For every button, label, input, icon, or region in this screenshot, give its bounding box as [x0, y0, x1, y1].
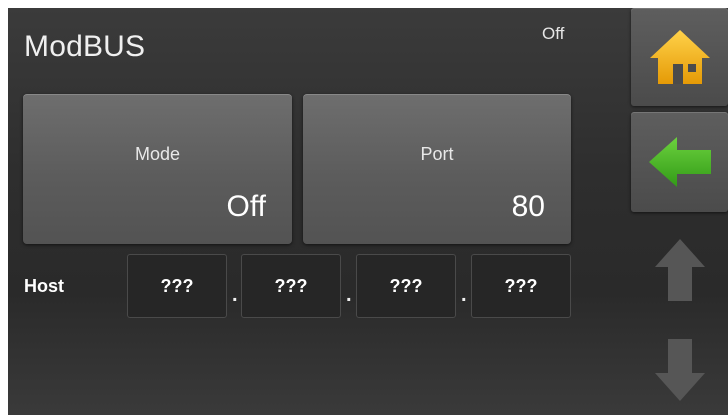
mode-value: Off — [226, 190, 266, 223]
scroll-down-button[interactable] — [631, 320, 728, 415]
host-label: Host — [24, 276, 64, 296]
host-separator: . — [461, 284, 467, 306]
host-octet-2-field[interactable]: ??? — [241, 254, 341, 318]
arrow-down-icon — [654, 339, 705, 401]
back-button[interactable] — [631, 112, 728, 212]
home-button[interactable] — [631, 8, 728, 106]
status-text: Off — [542, 24, 565, 43]
page-title: ModBUS — [24, 30, 146, 63]
home-icon — [649, 30, 710, 84]
port-label: Port — [420, 144, 454, 164]
host-separator: . — [346, 284, 352, 306]
scroll-up-button[interactable] — [631, 220, 728, 320]
arrow-up-icon — [654, 239, 705, 301]
host-octet-1-field[interactable]: ??? — [127, 254, 227, 318]
mode-button[interactable]: Mode Off — [23, 94, 292, 244]
host-separator: . — [232, 284, 238, 306]
port-button[interactable]: Port 80 — [303, 94, 571, 244]
arrow-left-icon — [648, 137, 711, 187]
mode-label: Mode — [134, 144, 181, 164]
port-value: 80 — [511, 190, 545, 223]
modbus-screen: ModBUS Off Mode Off Port 80 Host ??? . ?… — [8, 8, 728, 415]
host-octet-3-field[interactable]: ??? — [356, 254, 456, 318]
host-octet-4-field[interactable]: ??? — [471, 254, 571, 318]
